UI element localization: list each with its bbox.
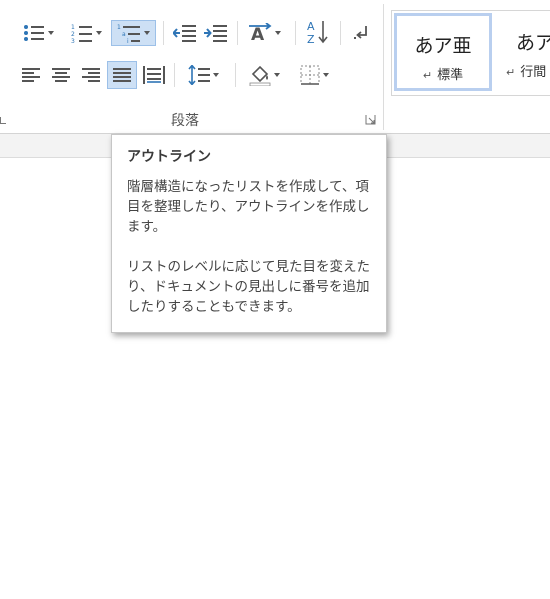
justify-icon — [113, 67, 131, 83]
align-left-icon — [22, 67, 40, 83]
paragraph-mark-icon — [352, 24, 370, 42]
bullets-button[interactable] — [16, 21, 60, 45]
align-right-icon — [82, 67, 100, 83]
tooltip-outline: アウトライン 階層構造になったリストを作成して、項目を整理したり、アウトラインを… — [111, 134, 387, 333]
sort-button[interactable]: A Z — [303, 18, 333, 46]
svg-text:A: A — [251, 25, 265, 43]
chevron-down-icon[interactable] — [274, 31, 281, 35]
sort-icon: A Z — [306, 19, 330, 45]
ribbon: 1 2 3 1 a i A A Z 段落 あア亜 ↵ 標準 あア ↵ 行間 — [0, 0, 550, 134]
show-hide-marks-button[interactable] — [347, 21, 375, 45]
line-spacing-icon — [187, 65, 210, 85]
paint-bucket-icon — [249, 64, 271, 86]
tooltip-paragraph-1: 階層構造になったリストを作成して、項目を整理したり、アウトラインを作成します。 — [127, 179, 370, 235]
justify-button[interactable] — [107, 61, 137, 89]
align-right-button[interactable] — [78, 63, 104, 87]
svg-text:1: 1 — [71, 24, 75, 31]
svg-text:a: a — [122, 31, 126, 38]
return-mark-icon: ↵ — [506, 66, 516, 79]
dialog-launcher-icon[interactable] — [365, 114, 376, 125]
increase-indent-icon — [204, 24, 228, 42]
distributed-button[interactable] — [140, 63, 168, 87]
tooltip-title: アウトライン — [127, 149, 211, 165]
svg-text:2: 2 — [71, 31, 75, 38]
bullets-icon — [23, 24, 45, 42]
chevron-down-icon[interactable] — [47, 31, 54, 35]
return-mark-icon: ↵ — [422, 69, 433, 82]
borders-icon — [300, 65, 320, 85]
style-normal[interactable]: あア亜 ↵ 標準 — [394, 13, 492, 91]
style-no-spacing[interactable]: あア ↵ 行間 — [494, 13, 550, 91]
style-name: 標準 — [437, 68, 464, 83]
chevron-down-icon[interactable] — [273, 73, 280, 77]
shading-button[interactable] — [242, 62, 286, 88]
multilevel-list-icon: 1 a i — [117, 23, 141, 43]
align-left-button[interactable] — [18, 63, 44, 87]
tooltip-paragraph-2: リストのレベルに応じて見た目を変えたり、ドキュメントの見出しに番号を追加したりす… — [127, 259, 370, 315]
numbering-button[interactable]: 1 2 3 — [64, 21, 108, 45]
asian-layout-icon: A — [248, 23, 272, 43]
svg-text:3: 3 — [71, 38, 75, 43]
distributed-icon — [143, 66, 165, 84]
increase-indent-button[interactable] — [201, 21, 231, 45]
line-spacing-button[interactable] — [181, 63, 225, 87]
svg-text:i: i — [127, 38, 129, 43]
chevron-down-icon[interactable] — [95, 31, 102, 35]
paragraph-group-label: 段落 — [171, 113, 199, 129]
style-name: 行間 — [520, 65, 547, 80]
align-center-icon — [52, 67, 70, 83]
style-sample: あア — [516, 32, 550, 54]
align-center-button[interactable] — [48, 63, 74, 87]
svg-text:Z: Z — [307, 33, 315, 45]
chevron-down-icon[interactable] — [212, 73, 219, 77]
style-sample: あア亜 — [414, 35, 472, 57]
group-corner-mark — [0, 117, 6, 124]
svg-text:A: A — [307, 20, 315, 33]
decrease-indent-button[interactable] — [170, 21, 200, 45]
decrease-indent-icon — [173, 24, 197, 42]
tooltip-body: 階層構造になったリストを作成して、項目を整理したり、アウトラインを作成します。 … — [127, 177, 372, 317]
chevron-down-icon[interactable] — [322, 73, 329, 77]
multilevel-list-button[interactable]: 1 a i — [111, 20, 156, 46]
asian-layout-button[interactable]: A — [243, 21, 285, 45]
borders-button[interactable] — [292, 63, 336, 87]
svg-text:1: 1 — [117, 24, 121, 31]
numbering-icon: 1 2 3 — [71, 23, 93, 43]
chevron-down-icon[interactable] — [144, 31, 150, 35]
